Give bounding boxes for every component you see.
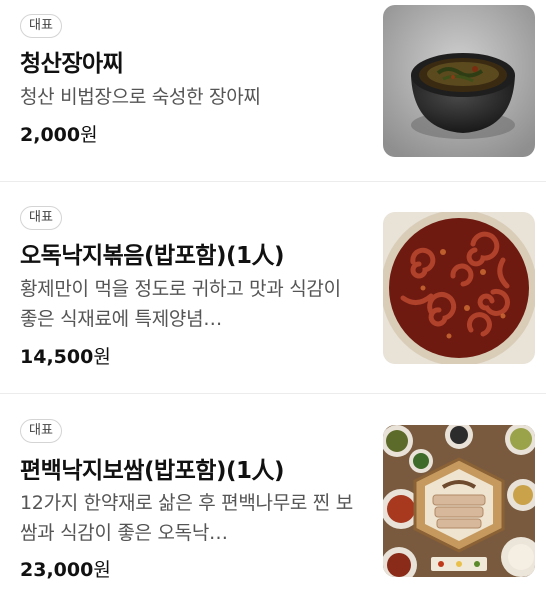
price-value: 14,500 <box>20 346 94 368</box>
menu-item-price: 2,000원 <box>20 120 98 147</box>
menu-list: 대표 청산장아찌 청산 비법장으로 숙성한 장아찌 2,000원 대표 오독낙지… <box>0 0 546 599</box>
menu-item-description: 청산 비법장으로 숙성한 장아찌 <box>20 86 261 108</box>
menu-item-name: 청산장아찌 <box>20 51 124 77</box>
octopus-bossam-set-photo <box>383 425 535 577</box>
price-unit: 원 <box>80 124 98 146</box>
price-value: 2,000 <box>20 124 81 146</box>
price-unit: 원 <box>93 346 111 368</box>
pickled-vegetables-photo <box>383 5 535 157</box>
menu-item-photo[interactable] <box>383 212 535 364</box>
menu-item-description: 12가지 한약재로 삶은 후 편백나무로 찐 보쌈과 식감이 좋은 오독낙… <box>20 492 353 544</box>
menu-item-name: 오독낙지볶음(밥포함)(1人) <box>20 243 285 269</box>
menu-item-photo[interactable] <box>383 425 535 577</box>
price-unit: 원 <box>93 559 111 581</box>
menu-item-name: 편백낙지보쌈(밥포함)(1人) <box>20 458 285 484</box>
menu-item-photo[interactable] <box>383 5 535 157</box>
menu-item-description: 황제만이 먹을 정도로 귀하고 맛과 식감이 좋은 식재료에 특제양념… <box>20 278 341 330</box>
menu-item[interactable]: 대표 편백낙지보쌈(밥포함)(1人) 12가지 한약재로 삶은 후 편백나무로 … <box>0 393 546 599</box>
menu-item[interactable]: 대표 청산장아찌 청산 비법장으로 숙성한 장아찌 2,000원 <box>0 0 546 181</box>
representative-badge: 대표 <box>20 206 62 230</box>
representative-badge: 대표 <box>20 14 62 38</box>
menu-item[interactable]: 대표 오독낙지볶음(밥포함)(1人) 황제만이 먹을 정도로 귀하고 맛과 식감… <box>0 181 546 393</box>
price-value: 23,000 <box>20 559 94 581</box>
stir-fried-octopus-photo <box>383 212 535 364</box>
representative-badge: 대표 <box>20 419 62 443</box>
menu-item-price: 14,500원 <box>20 342 111 369</box>
menu-item-price: 23,000원 <box>20 555 111 582</box>
